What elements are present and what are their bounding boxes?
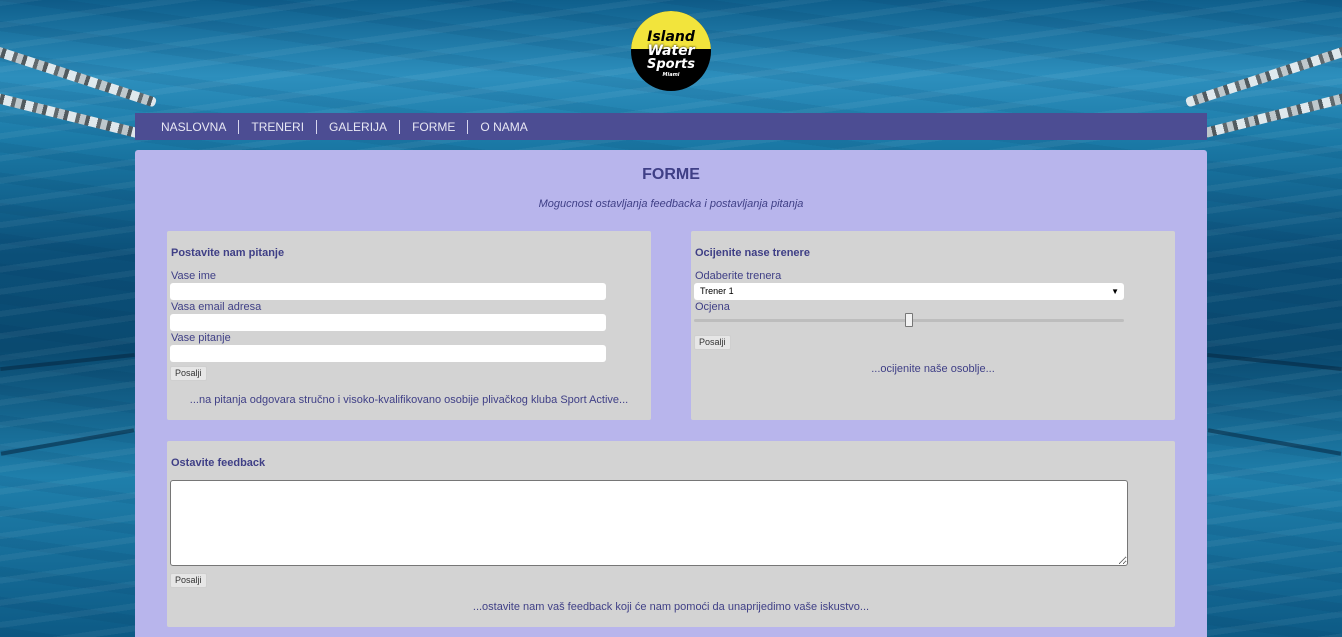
feedback-textarea[interactable] bbox=[170, 480, 1128, 566]
logo-text-line: Water bbox=[647, 43, 695, 59]
main-navigation: NASLOVNA TRENERI GALERIJA FORME O NAMA bbox=[135, 113, 1207, 140]
email-label: Vasa email adresa bbox=[171, 301, 262, 313]
page-subtitle: Mogucnost ostavljanja feedbacka i postav… bbox=[538, 198, 804, 210]
nav-item-naslovna[interactable]: NASLOVNA bbox=[149, 119, 240, 134]
pool-lane-line bbox=[1207, 352, 1342, 372]
pool-lane-line bbox=[0, 352, 135, 372]
site-logo[interactable]: Island Water Sports Miami bbox=[631, 11, 711, 91]
name-input[interactable] bbox=[170, 283, 606, 300]
feedback-form-title: Ostavite feedback bbox=[171, 457, 266, 469]
feedback-form-card: Ostavite feedback Posalji ...ostavite na… bbox=[167, 441, 1175, 627]
lane-rope-decoration bbox=[1184, 42, 1342, 108]
rating-slider-handle[interactable] bbox=[905, 313, 913, 327]
logo-text-line: Sports bbox=[647, 57, 695, 72]
question-form-card: Postavite nam pitanje Vase ime Vasa emai… bbox=[167, 231, 651, 420]
nav-item-galerija[interactable]: GALERIJA bbox=[317, 119, 401, 134]
trainer-label: Odaberite trenera bbox=[695, 270, 782, 282]
question-form-title: Postavite nam pitanje bbox=[171, 247, 285, 259]
main-content: FORME Mogucnost ostavljanja feedbacka i … bbox=[135, 150, 1207, 637]
rating-form-card: Ocijenite nase trenere Odaberite trenera… bbox=[691, 231, 1175, 420]
nav-item-o-nama[interactable]: O NAMA bbox=[468, 120, 539, 134]
lane-rope-decoration bbox=[0, 42, 158, 108]
logo-text-line: Island bbox=[647, 29, 695, 45]
question-label: Vase pitanje bbox=[171, 332, 231, 344]
question-input[interactable] bbox=[170, 345, 606, 362]
rating-form-note: ...ocijenite naše osoblje... bbox=[871, 363, 995, 375]
feedback-form-note: ...ostavite nam vaš feedback koji će nam… bbox=[472, 601, 870, 613]
page-title: FORME bbox=[642, 166, 700, 183]
rating-label: Ocjena bbox=[695, 301, 730, 313]
nav-item-forme[interactable]: FORME bbox=[400, 119, 469, 134]
email-input[interactable] bbox=[170, 314, 606, 331]
rating-submit-button[interactable]: Posalji bbox=[694, 335, 731, 350]
question-submit-button[interactable]: Posalji bbox=[170, 366, 207, 381]
dropdown-caret-icon: ▼ bbox=[1111, 287, 1119, 296]
rating-form-title: Ocijenite nase trenere bbox=[695, 247, 810, 259]
pool-lane-line bbox=[0, 428, 135, 456]
logo-text-line: Miami bbox=[662, 72, 680, 78]
trainer-select[interactable]: Trener 1 ▼ bbox=[694, 283, 1124, 300]
name-label: Vase ime bbox=[171, 270, 217, 282]
pool-lane-line bbox=[1207, 428, 1342, 456]
feedback-submit-button[interactable]: Posalji bbox=[170, 573, 207, 588]
question-form-note: ...na pitanja odgovara stručno i visoko-… bbox=[189, 394, 629, 406]
nav-item-treneri[interactable]: TRENERI bbox=[239, 119, 318, 134]
trainer-select-value: Trener 1 bbox=[700, 286, 734, 296]
